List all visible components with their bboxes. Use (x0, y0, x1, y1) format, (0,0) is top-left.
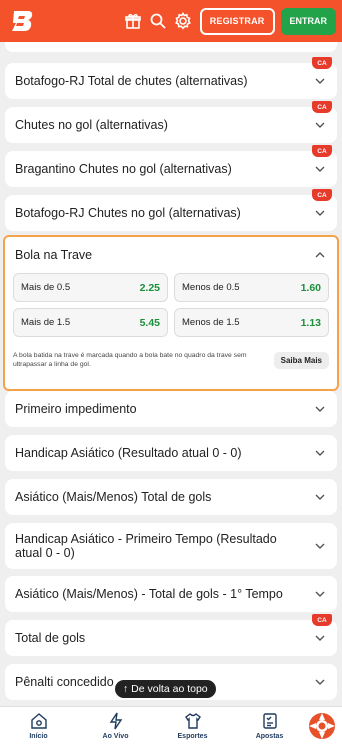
market-label: Chutes no gol (alternativas) (15, 118, 168, 132)
market-label: Handicap Asiático - Primeiro Tempo (Resu… (15, 532, 277, 560)
market-card-partial (5, 42, 337, 52)
nav-inicio[interactable]: Início (0, 707, 77, 750)
market-label: Handicap Asiático (Resultado atual 0 - 0… (15, 446, 242, 460)
nav-label: Ao Vivo (102, 733, 129, 740)
market-label: Bragantino Chutes no gol (alternativas) (15, 162, 232, 176)
ca-badge: CA (312, 57, 332, 69)
odd-value: 1.60 (300, 281, 321, 294)
odd-label: Menos de 1.5 (182, 317, 240, 328)
chevron-down-icon[interactable] (313, 539, 327, 553)
nav-ao-vivo[interactable]: Ao Vivo (77, 707, 154, 750)
market-bola-na-trave: Bola na Trave Mais de 0.5 2.25 Menos de … (3, 235, 339, 391)
chevron-down-icon[interactable] (313, 631, 327, 645)
bottom-nav: Início Ao Vivo Esportes Apostas (0, 706, 342, 750)
nav-esportes[interactable]: Esportes (154, 707, 231, 750)
market-label: Total de gols (15, 631, 86, 645)
market-info: A bola batida na trave é marcada quando … (5, 351, 337, 369)
odd-button-mais-0-5[interactable]: Mais de 0.5 2.25 (13, 273, 168, 302)
jersey-icon (184, 713, 201, 729)
market-label: Botafogo-RJ Total de chutes (alternativa… (15, 74, 248, 88)
market-label: Primeiro impedimento (15, 402, 137, 416)
market-label: Botafogo-RJ Chutes no gol (alternativas) (15, 206, 241, 220)
betslip-icon (262, 713, 277, 729)
chevron-down-icon[interactable] (313, 675, 327, 689)
home-icon (30, 713, 47, 729)
odd-label: Mais de 1.5 (21, 317, 71, 328)
odds-grid: Mais de 0.5 2.25 Menos de 0.5 1.60 Mais … (5, 273, 337, 337)
saiba-mais-button[interactable]: Saiba Mais (273, 351, 329, 369)
app-root: REGISTRAR ENTRAR CA Botafogo-RJ Total de… (0, 0, 342, 750)
brand-logo-icon[interactable] (10, 8, 36, 34)
register-button[interactable]: REGISTRAR (199, 7, 275, 35)
lightning-icon (109, 712, 122, 730)
chevron-down-icon[interactable] (313, 587, 327, 601)
chevron-down-icon[interactable] (313, 74, 327, 88)
odd-value: 5.45 (139, 316, 160, 329)
chevron-down-icon[interactable] (313, 206, 327, 220)
market-handicap-asiatico[interactable]: Handicap Asiático (Resultado atual 0 - 0… (5, 435, 337, 471)
market-header[interactable]: Bola na Trave (5, 237, 337, 273)
market-handicap-primeiro-tempo[interactable]: Handicap Asiático - Primeiro Tempo (Resu… (5, 523, 337, 569)
markets-list[interactable]: CA Botafogo-RJ Total de chutes (alternat… (0, 42, 342, 706)
lifebuoy-icon (309, 713, 335, 739)
login-button[interactable]: ENTRAR (280, 7, 336, 35)
nav-label: Início (29, 733, 48, 740)
gift-icon[interactable] (122, 10, 144, 32)
chevron-down-icon[interactable] (313, 402, 327, 416)
market-primeiro-impedimento[interactable]: Primeiro impedimento (5, 391, 337, 427)
chevron-up-icon[interactable] (313, 248, 327, 262)
market-chutes-no-gol[interactable]: CA Chutes no gol (alternativas) (5, 101, 337, 143)
odd-button-mais-1-5[interactable]: Mais de 1.5 5.45 (13, 308, 168, 337)
ca-badge: CA (312, 189, 332, 201)
nav-label: Apostas (255, 733, 284, 740)
odd-button-menos-0-5[interactable]: Menos de 0.5 1.60 (174, 273, 329, 302)
ca-badge: CA (312, 614, 332, 626)
market-title: Bola na Trave (15, 248, 93, 262)
market-botafogo-chutes[interactable]: CA Botafogo-RJ Chutes no gol (alternativ… (5, 189, 337, 231)
market-asiatico-total[interactable]: Asiático (Mais/Menos) Total de gols (5, 479, 337, 515)
chevron-down-icon[interactable] (313, 446, 327, 460)
nav-label: Esportes (177, 733, 208, 740)
back-to-top-button[interactable]: ↑ De volta ao topo (115, 680, 216, 698)
odd-button-menos-1-5[interactable]: Menos de 1.5 1.13 (174, 308, 329, 337)
gear-icon[interactable] (172, 10, 194, 32)
top-header: REGISTRAR ENTRAR (0, 0, 342, 42)
search-icon[interactable] (147, 10, 169, 32)
odd-value: 1.13 (300, 316, 321, 329)
market-bragantino-chutes[interactable]: CA Bragantino Chutes no gol (alternativa… (5, 145, 337, 187)
chevron-down-icon[interactable] (313, 490, 327, 504)
market-label: Asiático (Mais/Menos) - Total de gols - … (15, 587, 283, 601)
market-botafogo-total-chutes[interactable]: CA Botafogo-RJ Total de chutes (alternat… (5, 57, 337, 99)
market-label: Asiático (Mais/Menos) Total de gols (15, 490, 212, 504)
ca-badge: CA (312, 101, 332, 113)
chevron-down-icon[interactable] (313, 162, 327, 176)
odd-value: 2.25 (139, 281, 160, 294)
support-button[interactable] (304, 708, 340, 744)
ca-badge: CA (312, 145, 332, 157)
market-info-text: A bola batida na trave é marcada quando … (13, 352, 247, 368)
odd-label: Mais de 0.5 (21, 282, 71, 293)
chevron-down-icon[interactable] (313, 118, 327, 132)
market-asiatico-primeiro-tempo[interactable]: Asiático (Mais/Menos) - Total de gols - … (5, 576, 337, 612)
nav-apostas[interactable]: Apostas (231, 707, 308, 750)
market-total-de-gols[interactable]: CA Total de gols (5, 614, 337, 656)
odd-label: Menos de 0.5 (182, 282, 240, 293)
